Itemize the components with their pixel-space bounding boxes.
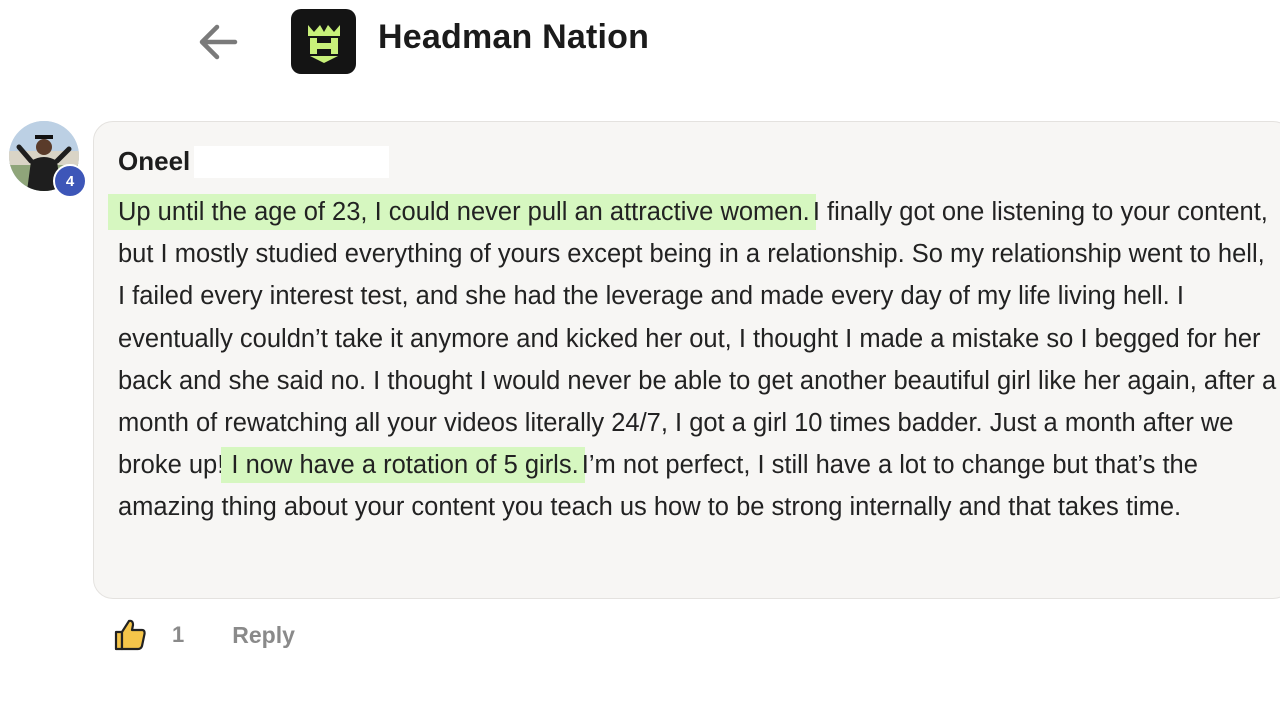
author-name[interactable]: Oneel: [118, 146, 190, 177]
comment-actions: 1 Reply: [110, 612, 295, 658]
group-logo[interactable]: [291, 9, 356, 74]
highlighted-text: Up until the age of 23, I could never pu…: [108, 194, 816, 230]
redacted-surname: [194, 146, 389, 178]
reply-button[interactable]: Reply: [232, 622, 295, 649]
header: Headman Nation: [0, 0, 1280, 82]
headman-crown-logo: [307, 24, 340, 63]
thumbs-up-icon: [114, 619, 146, 651]
comment-body: Up until the age of 23, I could never pu…: [108, 191, 1278, 529]
like-count: 1: [172, 622, 185, 647]
author-avatar-container[interactable]: 4: [9, 121, 89, 201]
group-name[interactable]: Headman Nation: [378, 18, 649, 57]
comment-text: I finally got one listening to your cont…: [118, 198, 1277, 480]
comment-bubble: Oneel Up until the age of 23, I could ne…: [93, 121, 1280, 599]
back-button[interactable]: [190, 14, 246, 70]
author-level-badge: 4: [53, 164, 87, 198]
highlighted-text: I now have a rotation of 5 girls.: [221, 447, 585, 484]
like-button[interactable]: [110, 615, 150, 655]
arrow-left-icon: [199, 24, 238, 60]
